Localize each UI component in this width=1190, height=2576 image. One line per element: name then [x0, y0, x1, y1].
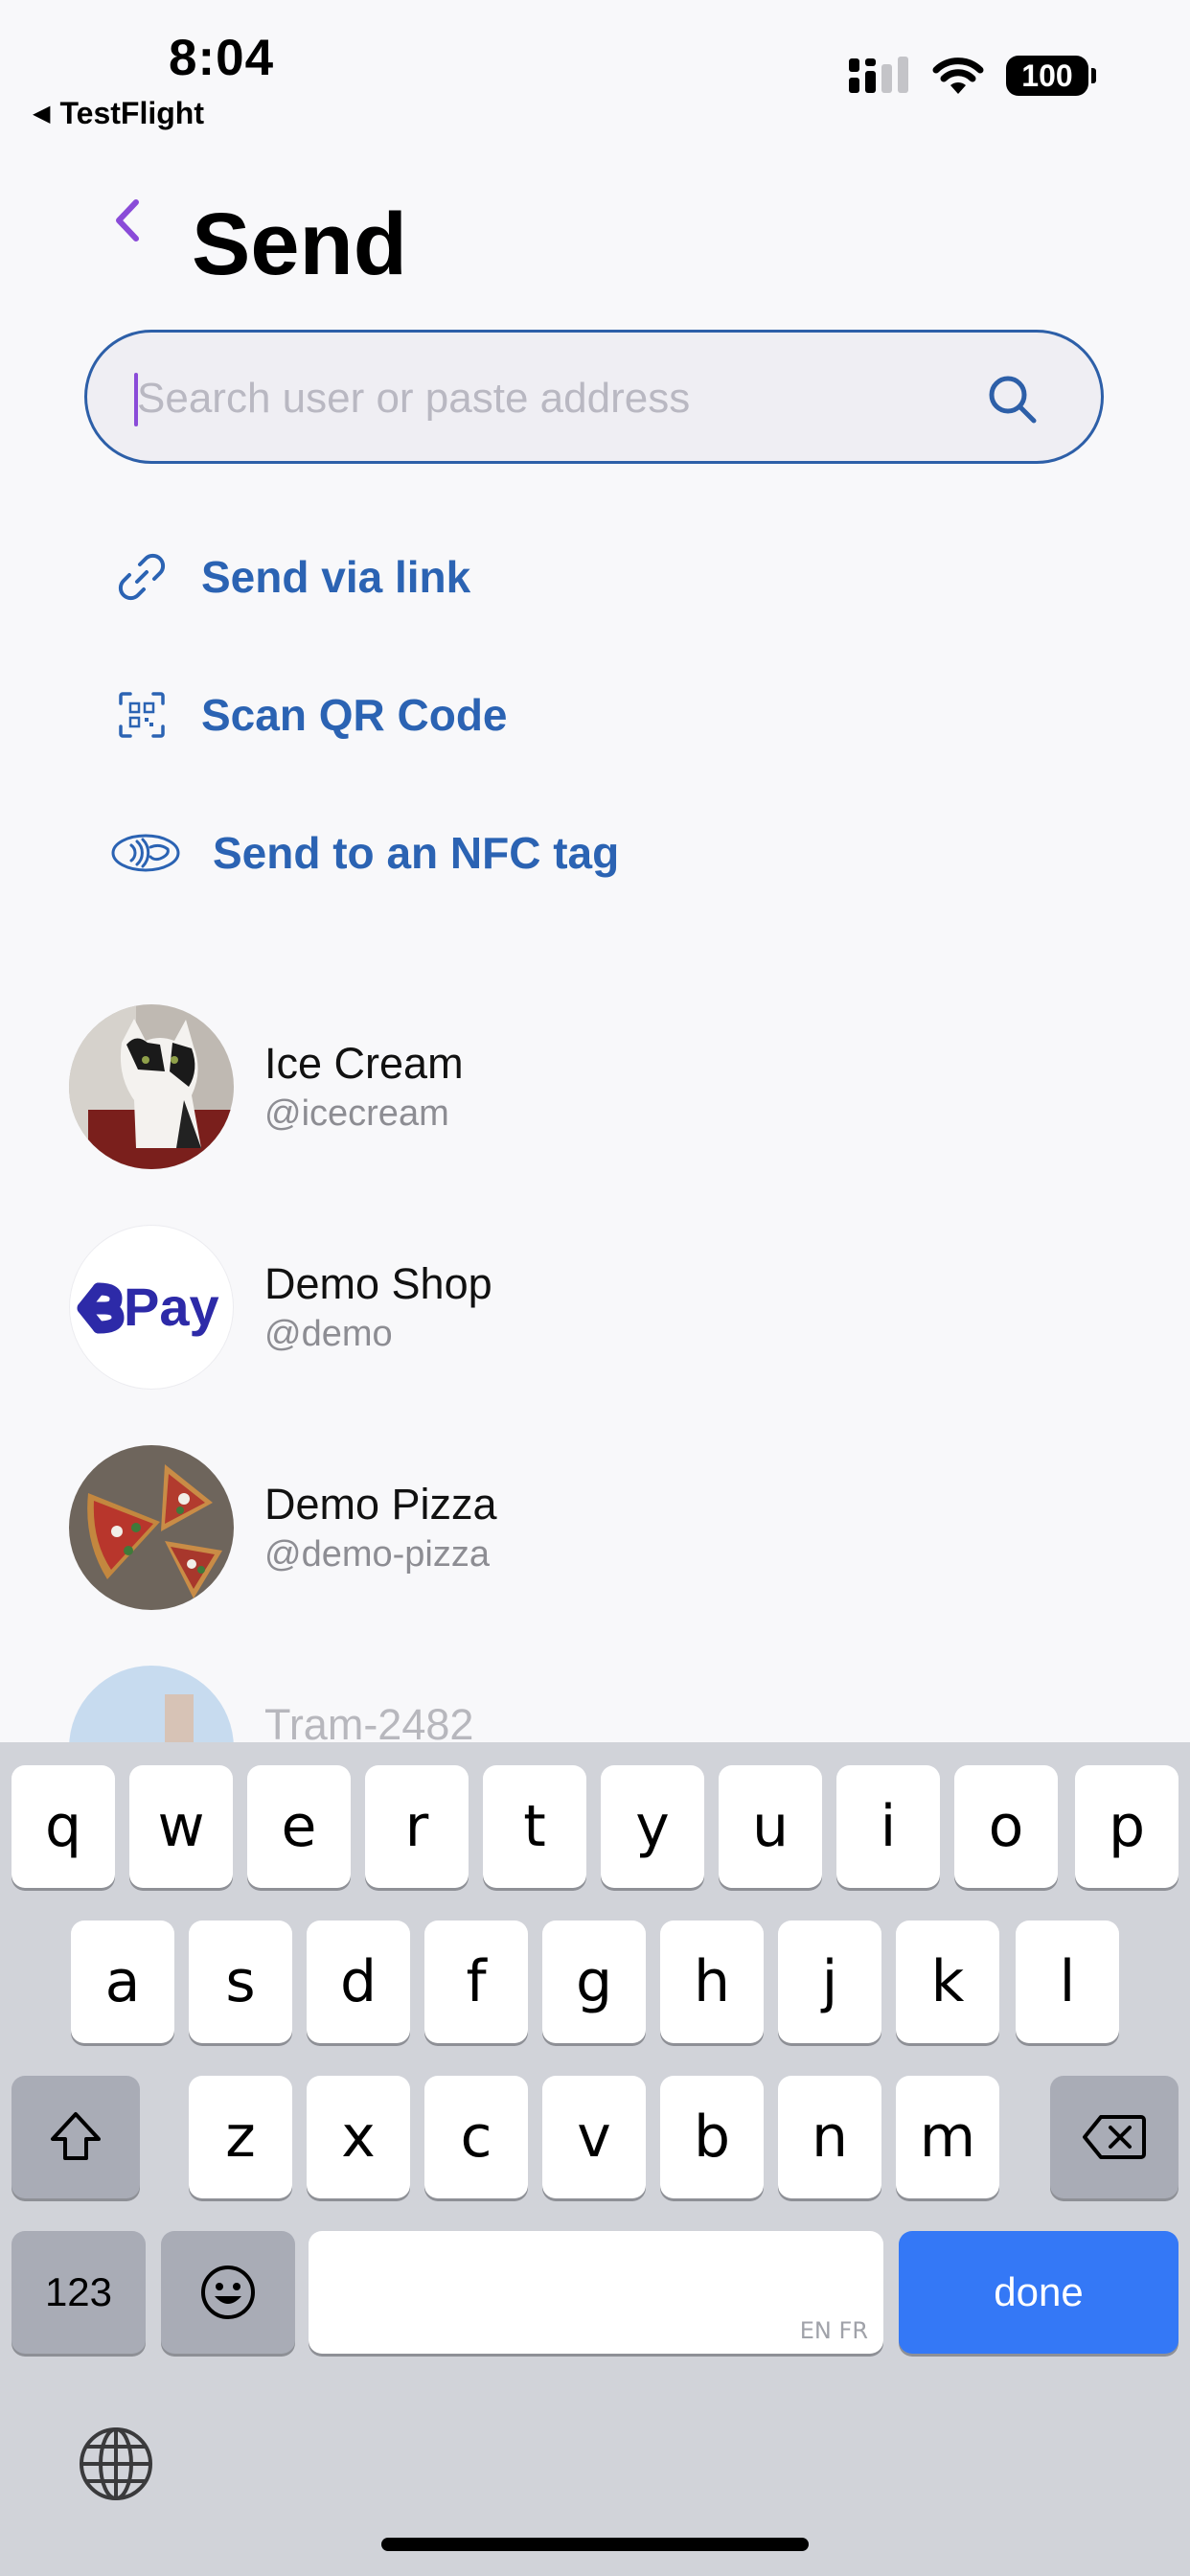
cellular-signal-icon [849, 57, 908, 93]
battery-indicator: 100 [1006, 56, 1096, 96]
shift-arrow-icon [51, 2112, 101, 2160]
key-u[interactable]: u [719, 1765, 822, 1888]
done-key[interactable]: done [899, 2231, 1179, 2354]
key-z[interactable]: z [189, 2076, 292, 2198]
space-key[interactable]: EN FR [309, 2231, 883, 2354]
key-h[interactable]: h [660, 1920, 764, 2043]
key-i[interactable]: i [836, 1765, 940, 1888]
key-g[interactable]: g [542, 1920, 646, 2043]
contact-handle: @demo [264, 1314, 393, 1354]
scan-qr-code-label: Scan QR Code [201, 690, 508, 740]
status-time: 8:04 [169, 30, 275, 86]
key-k[interactable]: k [896, 1920, 999, 2043]
contact-handle: @demo-pizza [264, 1534, 490, 1575]
qr-scan-icon [107, 680, 176, 749]
contact-info: Demo Pizza @demo-pizza [264, 1478, 497, 1577]
contact-info: Ice Cream @icecream [264, 1037, 464, 1137]
contact-name: Ice Cream [264, 1039, 464, 1088]
contact-row-demo-pizza[interactable]: Demo Pizza @demo-pizza [69, 1445, 1123, 1610]
search-field[interactable] [84, 330, 1104, 464]
chevron-left-icon [116, 199, 139, 242]
key-b[interactable]: b [660, 2076, 764, 2198]
status-bar: 8:04 ◀ TestFlight 100 [0, 0, 1190, 144]
key-m[interactable]: m [896, 2076, 999, 2198]
avatar [69, 1004, 234, 1169]
pizza-photo-image [69, 1445, 234, 1610]
back-app-label: TestFlight [59, 96, 204, 130]
key-s[interactable]: s [189, 1920, 292, 2043]
contact-row-demo[interactable]: Pay Demo Shop @demo [69, 1225, 1123, 1390]
bpay-logo-text: Pay [124, 1276, 219, 1337]
back-to-app-link[interactable]: ◀ TestFlight [33, 96, 204, 131]
back-triangle-icon: ◀ [33, 101, 51, 126]
send-to-nfc-tag-label: Send to an NFC tag [213, 828, 620, 878]
home-indicator[interactable] [381, 2538, 809, 2551]
key-y[interactable]: y [601, 1765, 704, 1888]
key-w[interactable]: w [129, 1765, 233, 1888]
battery-level: 100 [1021, 58, 1073, 93]
key-x[interactable]: x [307, 2076, 410, 2198]
key-v[interactable]: v [542, 2076, 646, 2198]
emoji-key[interactable] [161, 2231, 295, 2354]
key-c[interactable]: c [424, 2076, 528, 2198]
key-l[interactable]: l [1016, 1920, 1119, 2043]
send-via-link-label: Send via link [201, 552, 471, 602]
contact-name: Demo Shop [264, 1259, 492, 1308]
delete-key[interactable] [1050, 2076, 1179, 2198]
wifi-icon [932, 58, 984, 94]
avatar: Pay [69, 1225, 234, 1390]
contact-name: Demo Pizza [264, 1480, 497, 1529]
header [105, 192, 149, 249]
key-e[interactable]: e [247, 1765, 351, 1888]
space-language-label: EN FR [799, 2317, 868, 2344]
search-input[interactable] [135, 361, 1001, 436]
avatar [69, 1445, 234, 1610]
bpay-logo-icon: Pay [77, 1276, 219, 1337]
contact-handle: @icecream [264, 1093, 449, 1134]
key-d[interactable]: d [307, 1920, 410, 2043]
key-n[interactable]: n [778, 2076, 881, 2198]
key-f[interactable]: f [424, 1920, 528, 2043]
search-icon[interactable] [984, 371, 1041, 428]
key-j[interactable]: j [778, 1920, 881, 2043]
key-a[interactable]: a [71, 1920, 174, 2043]
emoji-icon [201, 2266, 255, 2319]
backspace-icon [1083, 2115, 1146, 2159]
link-icon [107, 542, 176, 611]
shift-key[interactable] [11, 2076, 140, 2198]
key-p[interactable]: p [1075, 1765, 1179, 1888]
cat-photo-image [69, 1004, 234, 1169]
key-q[interactable]: q [11, 1765, 115, 1888]
send-via-link-button[interactable]: Send via link [107, 542, 470, 611]
globe-icon[interactable] [77, 2425, 155, 2503]
keyboard: q w e r t y u i o p a s d f g h j k l z … [0, 1742, 1190, 2576]
back-button[interactable] [105, 192, 149, 249]
key-t[interactable]: t [483, 1765, 586, 1888]
key-r[interactable]: r [365, 1765, 469, 1888]
contact-info: Demo Shop @demo [264, 1257, 492, 1357]
nfc-icon [107, 818, 184, 887]
page-title: Send [192, 196, 407, 293]
contact-row-icecream[interactable]: Ice Cream @icecream [69, 1004, 1123, 1169]
numbers-key[interactable]: 123 [11, 2231, 146, 2354]
key-o[interactable]: o [954, 1765, 1058, 1888]
scan-qr-code-button[interactable]: Scan QR Code [107, 680, 508, 749]
status-icons: 100 [849, 56, 1096, 96]
send-to-nfc-tag-button[interactable]: Send to an NFC tag [107, 818, 619, 887]
